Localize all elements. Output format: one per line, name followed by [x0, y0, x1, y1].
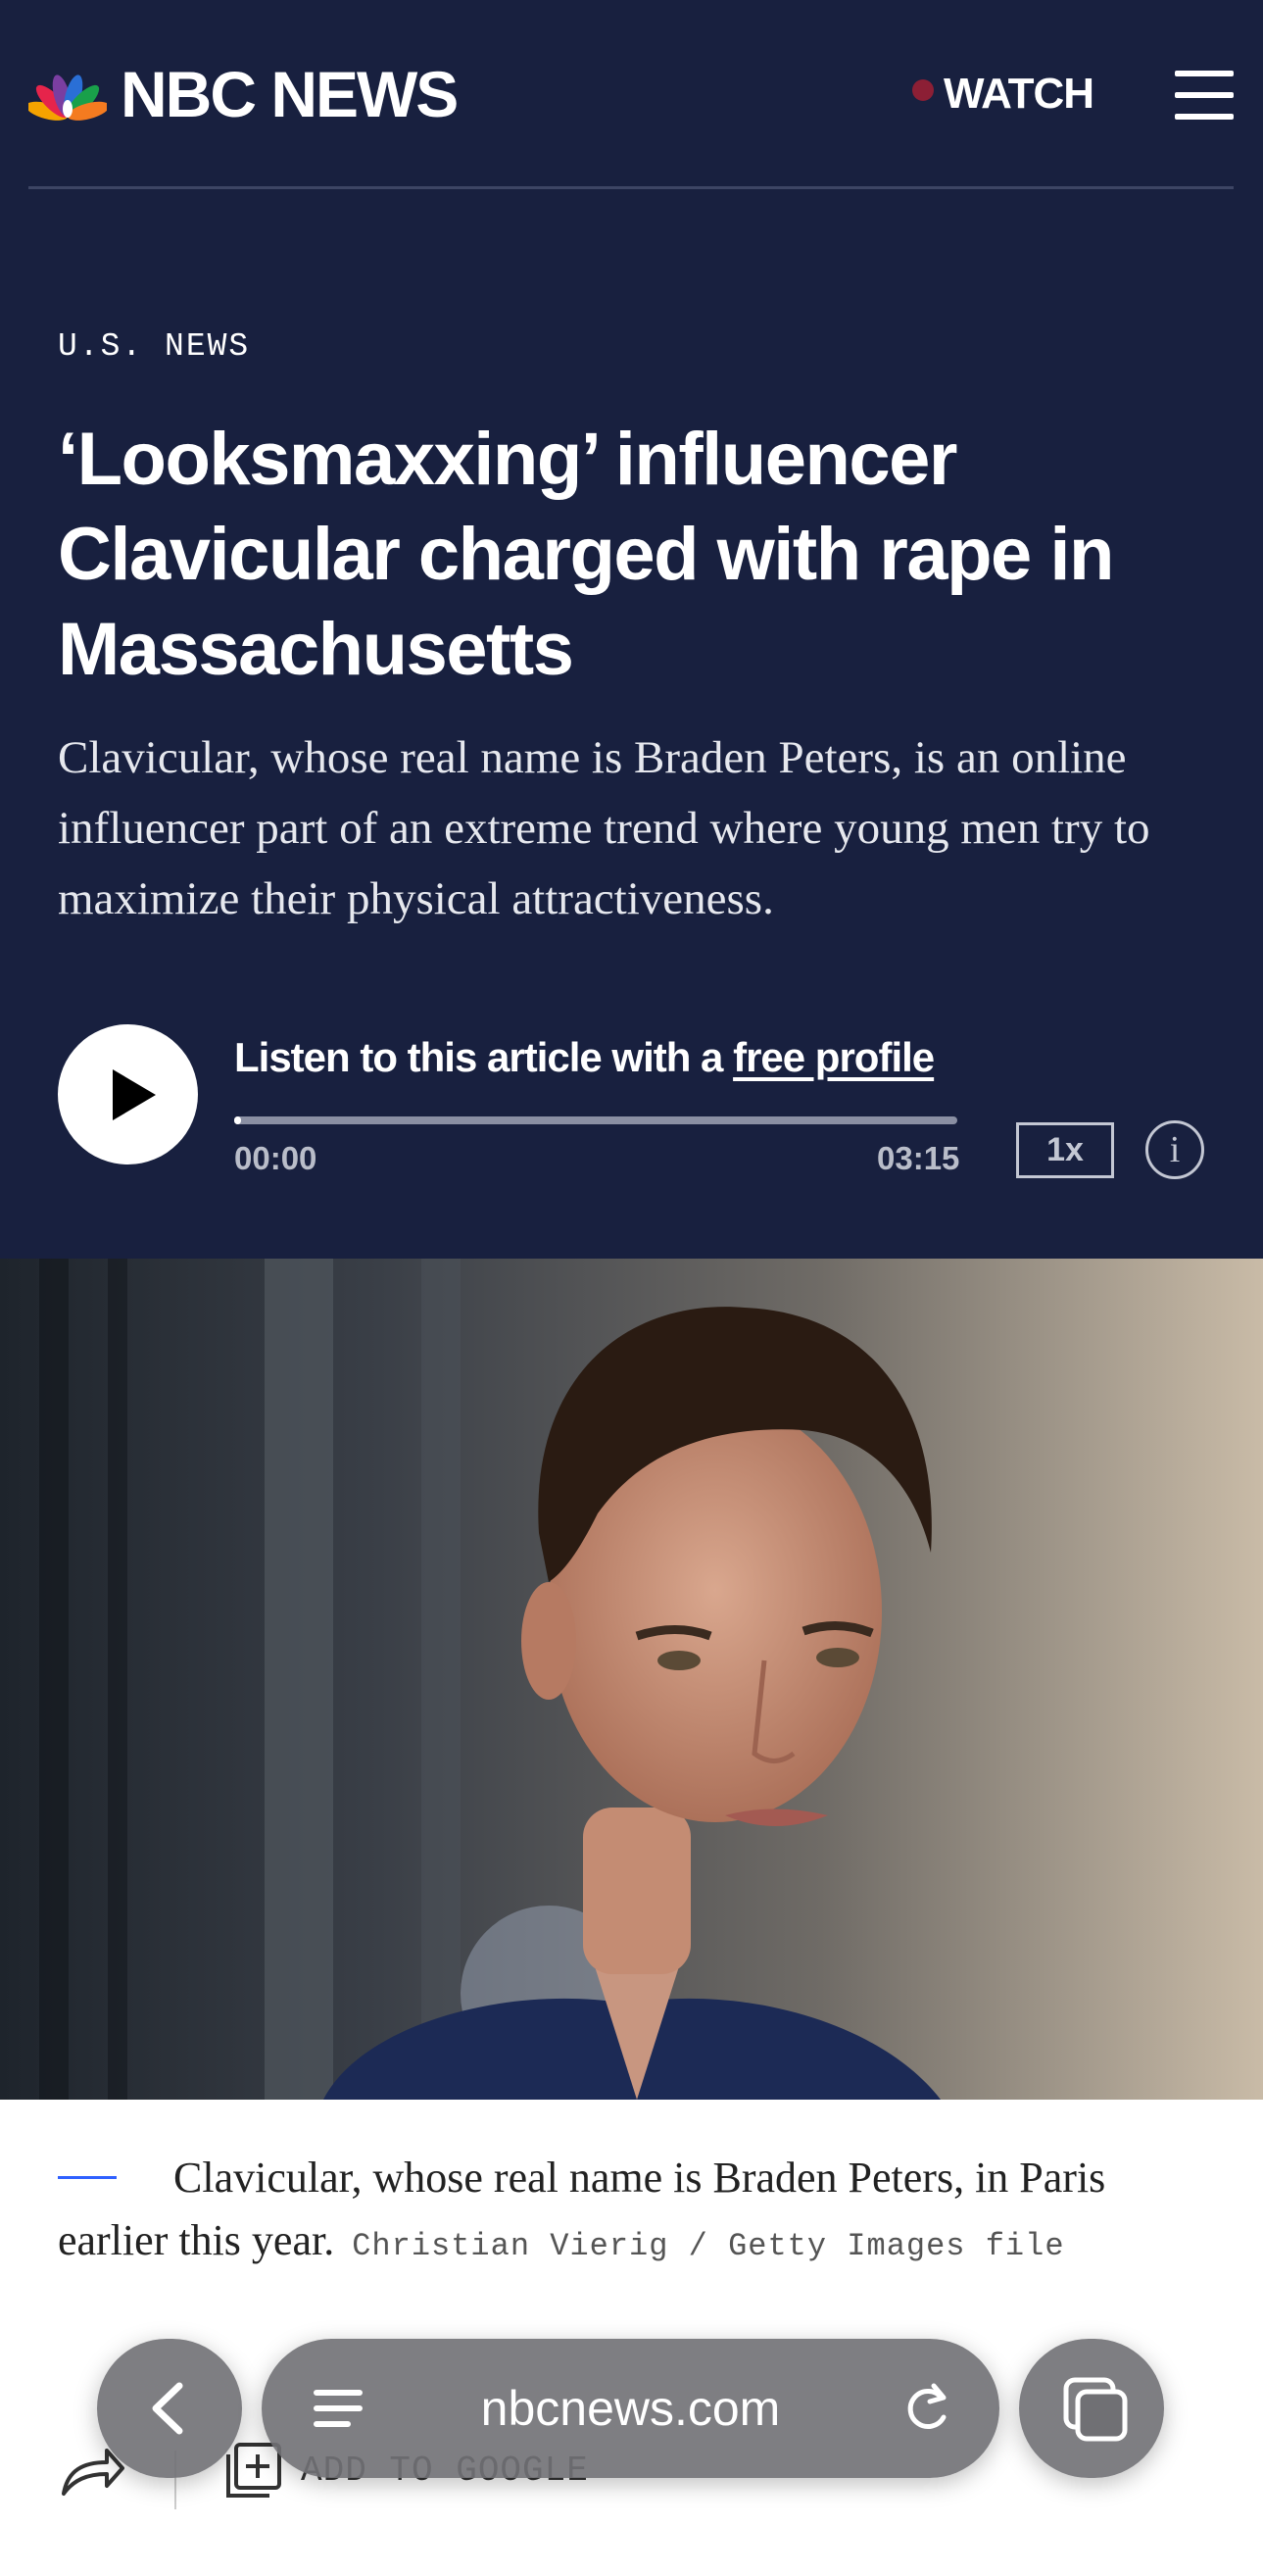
url-text: nbcnews.com	[480, 2381, 781, 2436]
current-time: 00:00	[234, 1140, 317, 1176]
watch-button[interactable]: WATCH	[912, 59, 1094, 129]
headline-line: Massachusetts	[58, 608, 574, 691]
audio-progress-bar[interactable]	[234, 1116, 957, 1124]
portrait-photo	[0, 1259, 1263, 2100]
audio-player: Listen to this article with a free profi…	[58, 1024, 1204, 1179]
free-profile-link[interactable]: free profile	[733, 1034, 935, 1080]
image-caption: Clavicular, whose real name is Braden Pe…	[58, 2147, 1204, 2278]
peacock-logo-icon	[28, 74, 107, 121]
address-bar[interactable]: nbcnews.com	[262, 2339, 999, 2478]
nbc-news-logo[interactable]: NBC NEWS	[28, 58, 459, 130]
article-headline: ‘Looksmaxxing’ influencer Clavicular cha…	[58, 412, 1194, 697]
playback-speed-button[interactable]: 1x	[1016, 1122, 1114, 1178]
back-icon	[152, 2382, 183, 2435]
header-divider	[28, 186, 1234, 189]
headline-line: ‘Looksmaxxing’ influencer	[58, 418, 958, 501]
audio-progress-fill	[234, 1116, 242, 1124]
browser-toolbar: nbcnews.com	[0, 2333, 1263, 2480]
watch-label: WATCH	[944, 70, 1094, 118]
reload-icon[interactable]	[899, 2339, 957, 2478]
top-navigation: NBC NEWS WATCH	[28, 59, 1234, 129]
headline-line: Clavicular charged with rape in	[58, 513, 1114, 596]
listen-prompt: Listen to this article with a free profi…	[234, 1034, 935, 1081]
live-dot-icon	[912, 79, 934, 101]
tabs-button[interactable]	[1019, 2339, 1164, 2478]
brand-name: NBC NEWS	[121, 58, 459, 130]
duration: 03:15	[877, 1140, 960, 1176]
play-icon	[113, 1069, 156, 1120]
play-button[interactable]	[58, 1024, 198, 1164]
photo-credit: Christian Vierig / Getty Images file	[352, 2228, 1065, 2264]
info-button[interactable]: i	[1145, 1120, 1204, 1179]
tabs-icon	[1063, 2377, 1128, 2442]
back-button[interactable]	[97, 2339, 242, 2478]
caption-rule	[58, 2176, 117, 2180]
section-label[interactable]: U.S. NEWS	[58, 328, 250, 365]
menu-button[interactable]	[1175, 71, 1234, 120]
hero-image[interactable]	[0, 1259, 1263, 2100]
listen-text: Listen to this article with a	[234, 1034, 734, 1080]
article-dek: Clavicular, whose real name is Braden Pe…	[58, 732, 1150, 924]
